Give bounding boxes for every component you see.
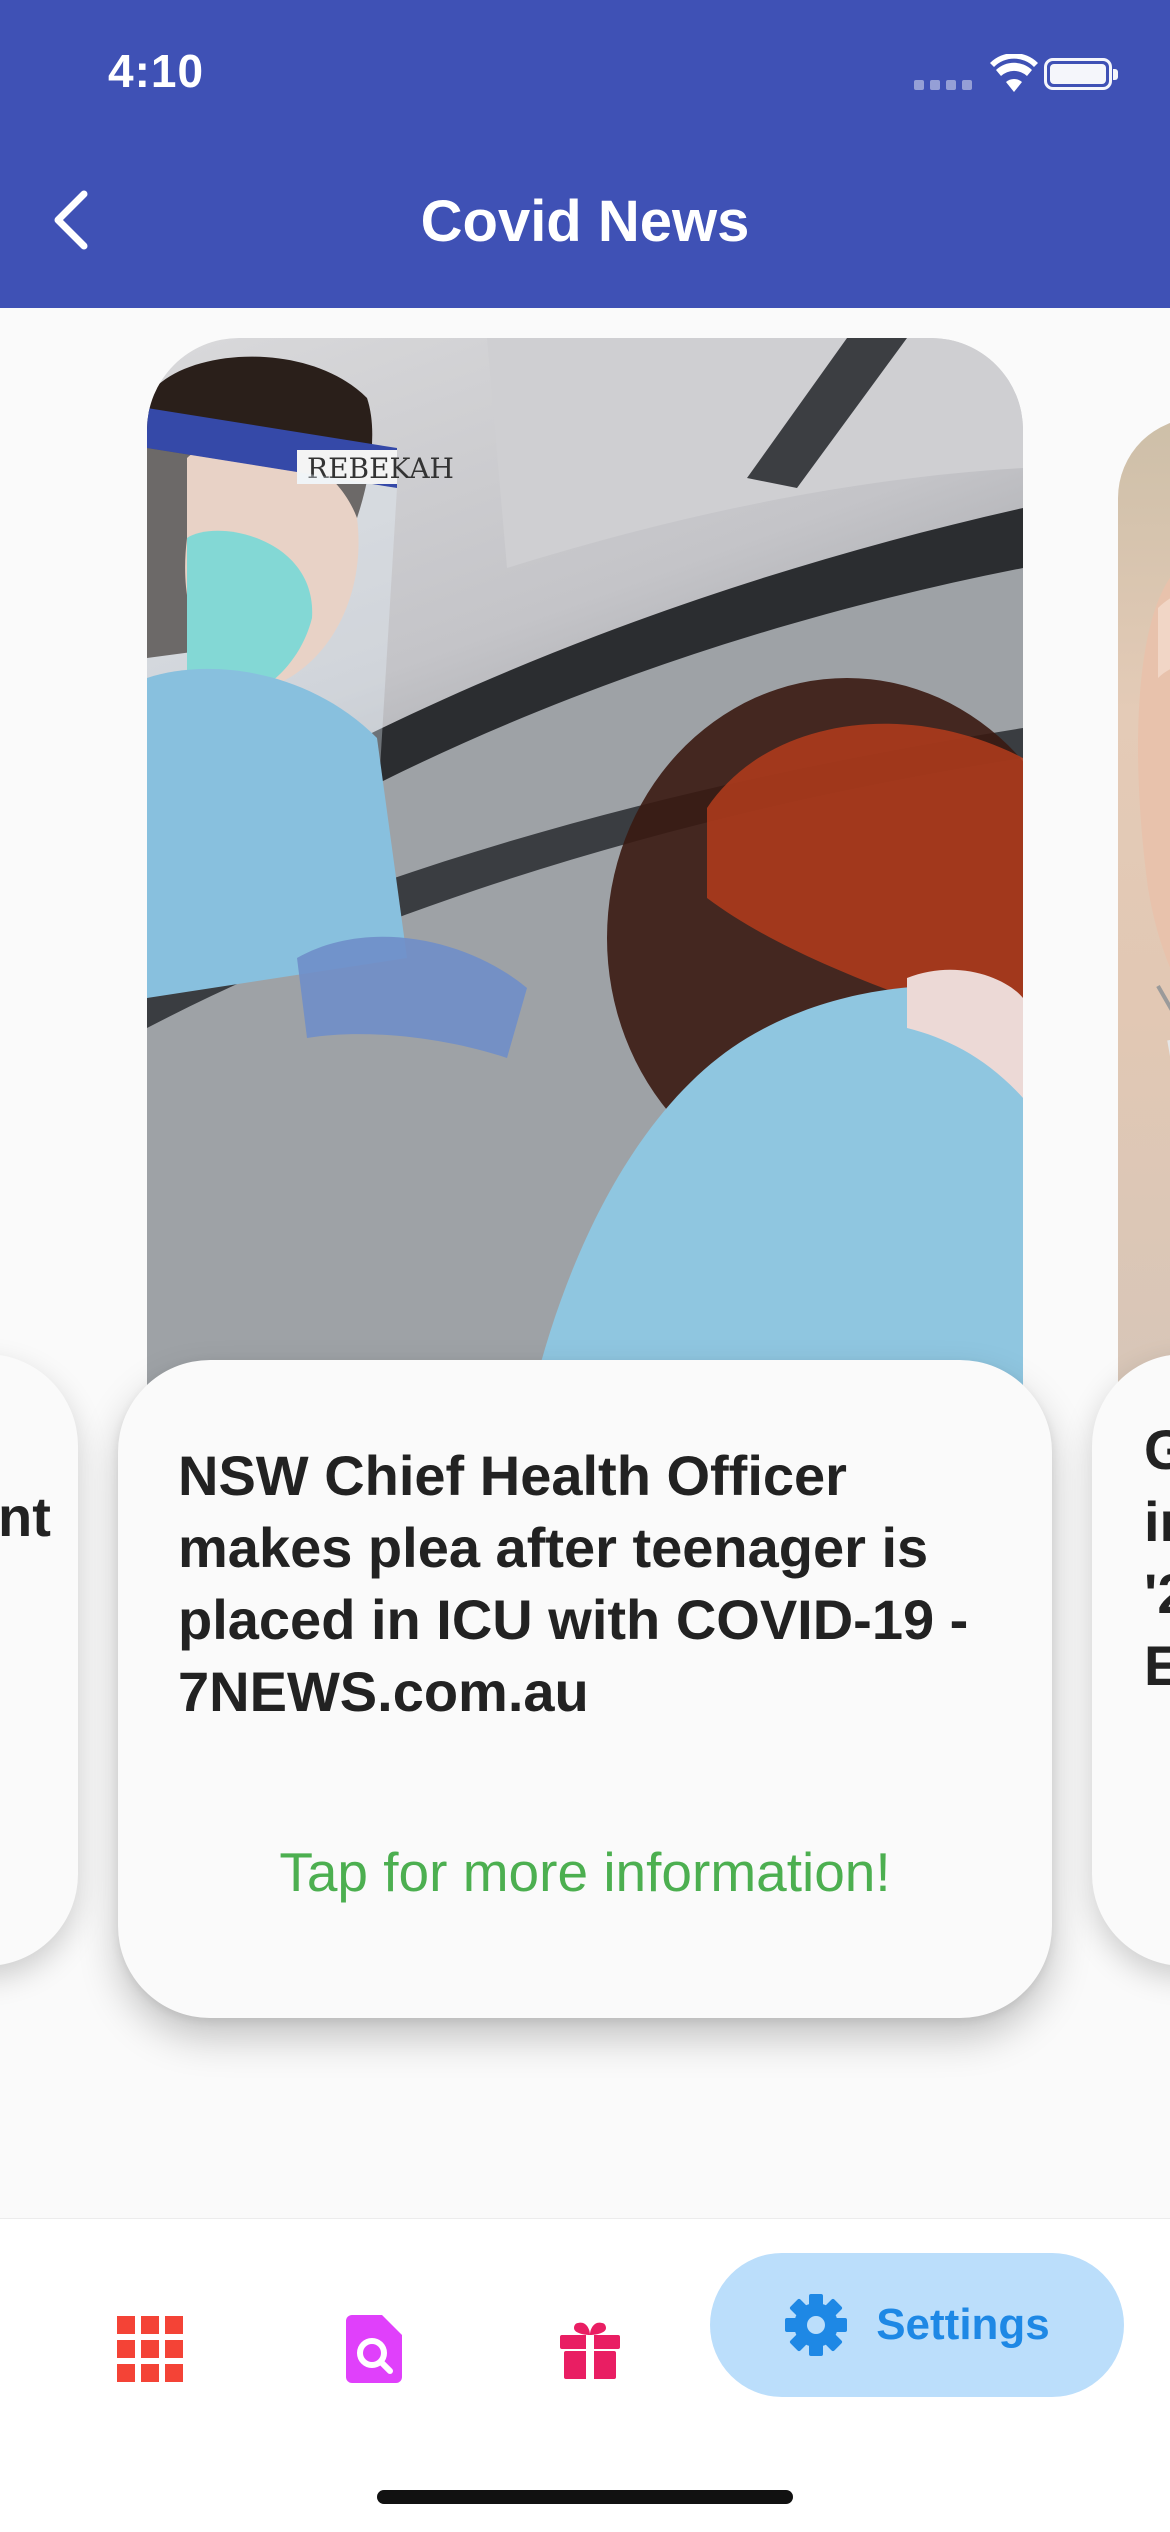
vaccine-photo-illustration <box>1138 578 1170 1277</box>
document-search-icon <box>346 2315 402 2383</box>
news-card[interactable]: NSW Chief Health Officer makes plea afte… <box>118 1360 1052 2018</box>
next-news-headline: G ir '2 E <box>1144 1418 1170 1697</box>
more-info-link[interactable]: Tap for more information! <box>118 1840 1052 1904</box>
app-bar: 4:10 Covid News <box>0 0 1170 308</box>
screen: 4:10 Covid News nt G i ' E REBEKAH NSW C… <box>0 0 1170 2532</box>
next-news-card[interactable]: G ir '2 E <box>1092 1354 1170 1966</box>
next-news-image[interactable] <box>1118 418 1170 1398</box>
apps-grid-icon <box>117 2316 183 2382</box>
news-image[interactable]: REBEKAH <box>147 338 1023 1418</box>
news-photo-illustration: REBEKAH <box>147 338 1023 1418</box>
page-title: Covid News <box>420 189 750 254</box>
nav-home-button[interactable] <box>100 2299 200 2399</box>
previous-news-card[interactable]: nt <box>0 1354 78 1966</box>
news-headline: NSW Chief Health Officer makes plea afte… <box>178 1444 969 1723</box>
gift-icon <box>560 2322 620 2379</box>
gear-icon <box>785 2294 848 2356</box>
status-time: 4:10 <box>108 45 205 97</box>
home-indicator[interactable] <box>377 2490 793 2504</box>
cellular-signal-icon <box>914 80 974 90</box>
bottom-navigation: Settings <box>0 2218 1170 2532</box>
news-carousel[interactable]: nt G ir '2 E <box>0 308 1170 2218</box>
status-icons <box>914 52 1118 96</box>
nav-search-button[interactable] <box>324 2299 424 2399</box>
previous-news-headline: nt <box>0 1485 51 1548</box>
settings-label: Settings <box>876 2300 1050 2349</box>
wifi-icon <box>990 54 1038 92</box>
nav-gift-button[interactable] <box>540 2299 640 2399</box>
battery-icon <box>1044 58 1118 90</box>
nav-settings-button[interactable]: Settings <box>710 2253 1124 2397</box>
